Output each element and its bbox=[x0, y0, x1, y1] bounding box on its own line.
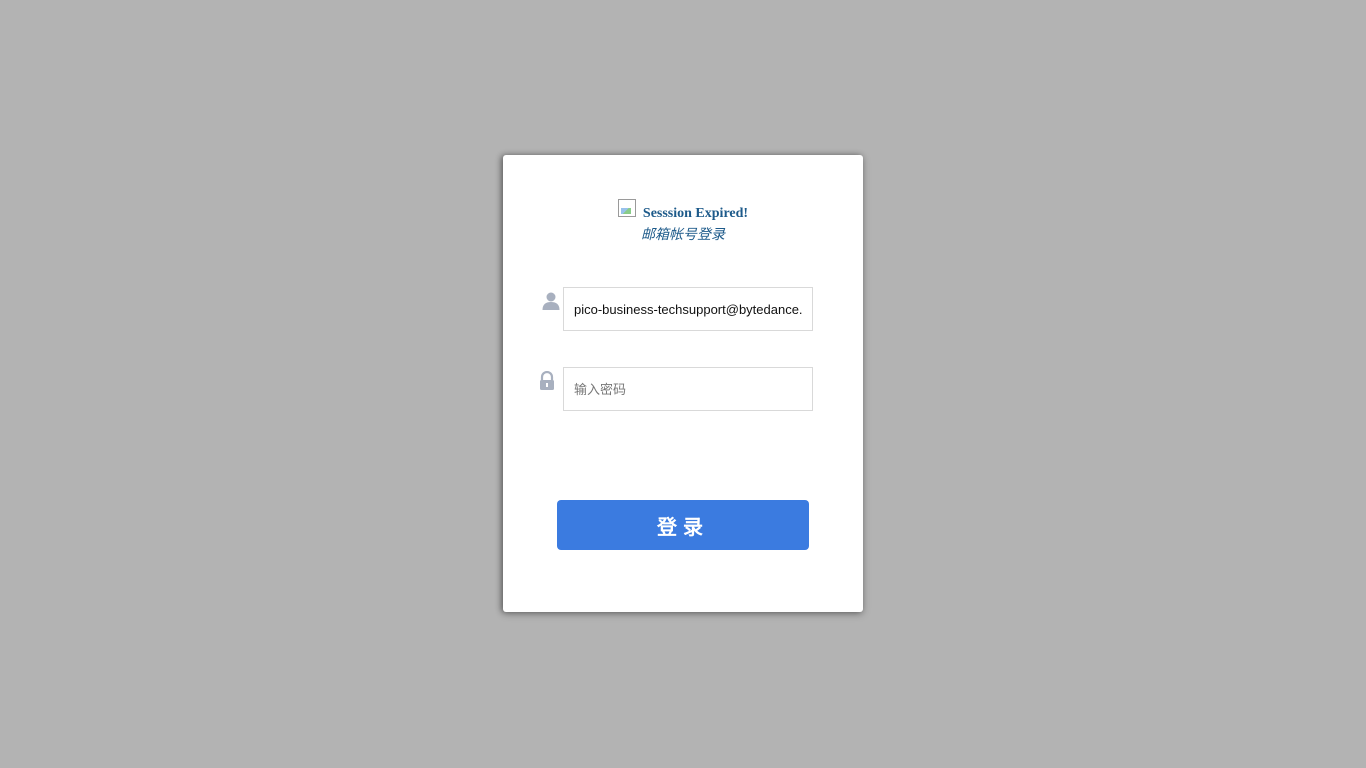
broken-image-icon bbox=[617, 199, 636, 217]
password-row bbox=[540, 367, 813, 411]
dialog-header: Sesssion Expired! 邮箱帐号登录 bbox=[503, 199, 863, 244]
email-field[interactable] bbox=[563, 287, 813, 331]
lock-icon bbox=[540, 371, 554, 390]
dialog-title: Sesssion Expired! bbox=[642, 206, 749, 221]
user-icon bbox=[542, 292, 560, 310]
title-row: Sesssion Expired! bbox=[617, 199, 749, 222]
password-field[interactable] bbox=[563, 367, 813, 411]
session-expired-dialog: Sesssion Expired! 邮箱帐号登录 登录 bbox=[503, 155, 863, 612]
email-row bbox=[541, 287, 813, 331]
login-button[interactable]: 登录 bbox=[557, 500, 809, 550]
dialog-subtitle: 邮箱帐号登录 bbox=[641, 228, 725, 243]
